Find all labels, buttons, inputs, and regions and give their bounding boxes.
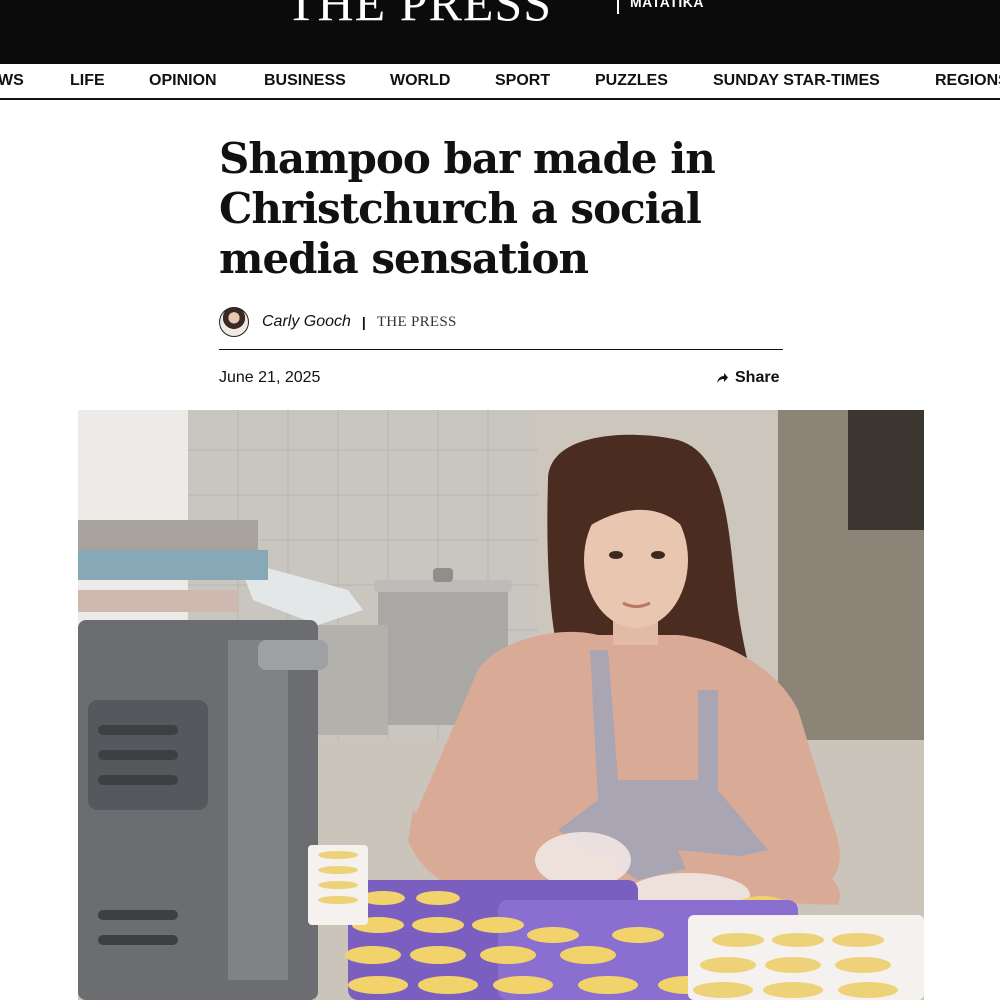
nav-item-regions[interactable]: REGIONS: [935, 64, 1000, 98]
byline-divider: [219, 349, 783, 350]
nav-item-opinion[interactable]: OPINION: [149, 64, 217, 98]
publish-date: June 21, 2025: [219, 369, 321, 386]
logo-subtitle: MATATIKA: [630, 0, 704, 10]
byline-separator: |: [361, 314, 366, 330]
byline: Carly Gooch | THE PRESS: [219, 307, 457, 337]
section-nav: WS LIFE OPINION BUSINESS WORLD SPORT PUZ…: [0, 64, 1000, 100]
nav-item-news[interactable]: WS: [0, 64, 24, 98]
share-button[interactable]: Share: [715, 369, 779, 387]
share-arrow-icon: [717, 373, 728, 383]
author-name[interactable]: Carly Gooch: [262, 313, 351, 331]
logo-divider: [617, 0, 619, 14]
article-headline: Shampoo bar made in Christchurch a socia…: [219, 134, 716, 283]
article-photo[interactable]: [78, 410, 924, 1000]
nav-item-business[interactable]: BUSINESS: [264, 64, 346, 98]
masthead: THE PRESS MATATIKA: [0, 0, 1000, 64]
nav-item-world[interactable]: WORLD: [390, 64, 450, 98]
photo-illustration: [78, 410, 924, 1000]
nav-item-life[interactable]: LIFE: [70, 64, 105, 98]
nav-item-puzzles[interactable]: PUZZLES: [595, 64, 668, 98]
share-label: Share: [735, 369, 780, 386]
publication-name: THE PRESS: [376, 313, 457, 330]
site-logo[interactable]: THE PRESS: [286, 0, 552, 32]
nav-item-sport[interactable]: SPORT: [495, 64, 550, 98]
nav-item-sunday-star-times[interactable]: SUNDAY STAR-TIMES: [713, 64, 880, 98]
author-avatar[interactable]: [219, 307, 249, 337]
